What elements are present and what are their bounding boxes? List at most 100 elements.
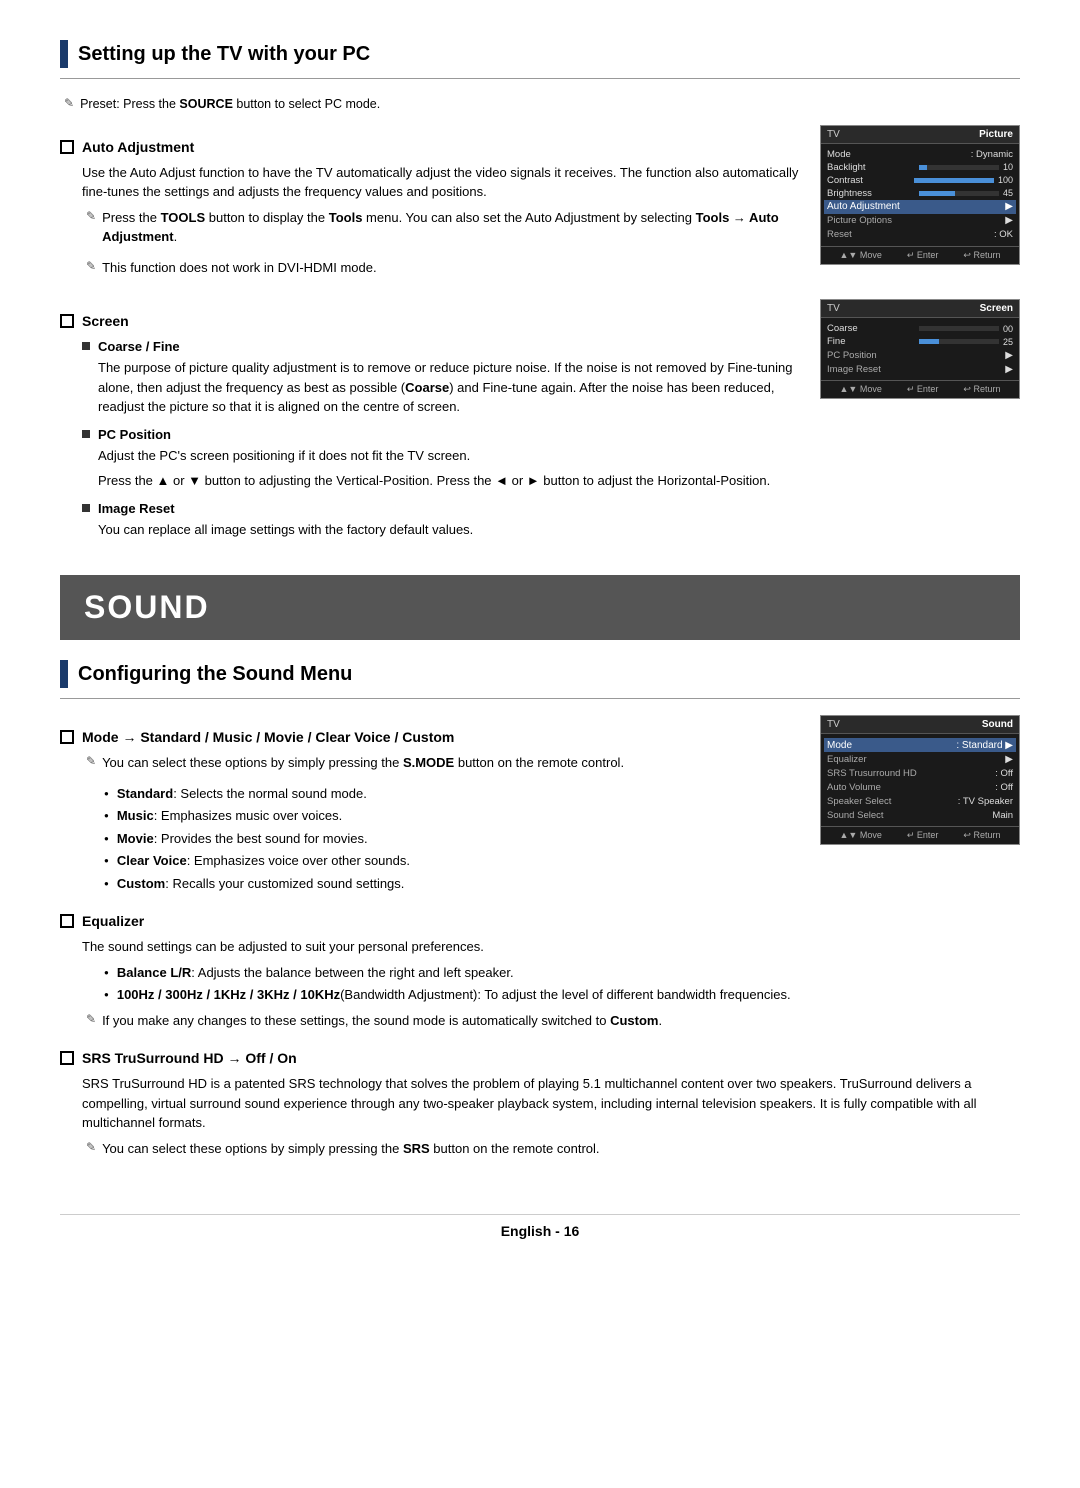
note-icon-5: ✎ — [86, 1012, 96, 1026]
blue-bar-icon-2 — [60, 660, 68, 688]
section2-divider — [60, 698, 1020, 699]
srs-note: ✎ You can select these options by simply… — [82, 1139, 1020, 1165]
coarse-fine-heading: Coarse / Fine — [82, 339, 800, 354]
preset-note-text: Preset: Press the SOURCE button to selec… — [80, 95, 380, 114]
note-icon-2: ✎ — [86, 209, 96, 223]
eq-bullet-1: Balance L/R: Adjusts the balance between… — [104, 963, 1020, 983]
mode-bullet-2: Music: Emphasizes music over voices. — [104, 806, 800, 826]
tv-sound-header-left: TV — [827, 719, 840, 730]
pc-position-para1: Adjust the PC's screen positioning if it… — [98, 446, 800, 466]
tv-screen-footer: ▲▼ Move ↵ Enter ↩ Return — [821, 380, 1019, 398]
auto-adjustment-heading: Auto Adjustment — [60, 139, 800, 155]
section2-title-bar: Configuring the Sound Menu — [60, 660, 1020, 688]
equalizer-title: Equalizer — [82, 913, 144, 929]
small-square-icon — [82, 342, 90, 350]
srs-note-text: You can select these options by simply p… — [102, 1139, 599, 1159]
mode-bullet-5: Custom: Recalls your customized sound se… — [104, 874, 800, 894]
footer-text: English - 16 — [501, 1223, 580, 1239]
tv-sound-speaker-row: Speaker Select : TV Speaker — [827, 794, 1013, 808]
auto-adjustment-note1-text: Press the TOOLS button to display the To… — [102, 208, 800, 247]
equalizer-bullets: Balance L/R: Adjusts the balance between… — [104, 963, 1020, 1005]
image-reset-para: You can replace all image settings with … — [98, 520, 800, 540]
tv-sound-srs-row: SRS Trusurround HD : Off — [827, 766, 1013, 780]
auto-adjustment-title: Auto Adjustment — [82, 139, 194, 155]
srs-heading: SRS TruSurround HD → Off / On — [60, 1050, 1020, 1066]
tv-sound-screen: TV Sound Mode : Standard ▶ Equalizer ▶ S… — [820, 715, 1020, 845]
mode-title: Mode → Standard / Music / Movie / Clear … — [82, 729, 454, 745]
eq-note-text: If you make any changes to these setting… — [102, 1011, 662, 1031]
mode-text: Mode → Standard / Music / Movie / Clear … — [60, 715, 800, 899]
tv-picture-footer: ▲▼ Move ↵ Enter ↩ Return — [821, 246, 1019, 264]
srs-title: SRS TruSurround HD → Off / On — [82, 1050, 297, 1066]
checkbox-icon-5 — [60, 1051, 74, 1065]
tv-screen-header-right: Screen — [980, 303, 1013, 314]
tv-mode-row: Mode : Dynamic — [827, 148, 1013, 161]
auto-adjustment-para1: Use the Auto Adjust function to have the… — [82, 163, 800, 202]
auto-adjustment-text: Auto Adjustment Use the Auto Adjust func… — [60, 125, 800, 290]
tv-sound-header-right: Sound — [982, 719, 1013, 730]
tv-brightness-row: Brightness 45 — [827, 187, 1013, 200]
tv-picture-panel: TV Picture Mode : Dynamic Backlight 10 — [820, 125, 1020, 265]
auto-adjustment-note2: ✎ This function does not work in DVI-HDM… — [82, 258, 800, 284]
tv-screen-panel: TV Screen Coarse 00 Fine — [820, 299, 1020, 399]
tv-reset-row: Reset : OK — [827, 228, 1013, 242]
tv-screen-mockup: TV Screen Coarse 00 Fine — [820, 299, 1020, 399]
tv-sound-panel: TV Sound Mode : Standard ▶ Equalizer ▶ S… — [820, 715, 1020, 845]
note-icon: ✎ — [64, 96, 74, 110]
tv-sound-equalizer-row: Equalizer ▶ — [827, 752, 1013, 766]
note-icon-6: ✎ — [86, 1140, 96, 1154]
small-square-icon-3 — [82, 504, 90, 512]
tv-coarse-row: Coarse 00 — [827, 322, 1013, 335]
mode-bullet-4: Clear Voice: Emphasizes voice over other… — [104, 851, 800, 871]
pc-position-title: PC Position — [98, 427, 171, 442]
eq-bullet-2: 100Hz / 300Hz / 1KHz / 3KHz / 10KHz (Ban… — [104, 985, 1020, 1005]
tv-picture-header-right: Picture — [979, 129, 1013, 140]
small-square-icon-2 — [82, 430, 90, 438]
tv-backlight-row: Backlight 10 — [827, 161, 1013, 174]
tv-sound-select-row: Sound Select Main — [827, 808, 1013, 822]
section1-title: Setting up the TV with your PC — [78, 43, 370, 66]
tv-fine-row: Fine 25 — [827, 335, 1013, 348]
equalizer-para: The sound settings can be adjusted to su… — [82, 937, 1020, 957]
screen-content: Coarse / Fine The purpose of picture qua… — [82, 339, 800, 539]
mode-heading: Mode → Standard / Music / Movie / Clear … — [60, 729, 800, 745]
auto-adjustment-note2-text: This function does not work in DVI-HDMI … — [102, 258, 377, 278]
tv-sound-header: TV Sound — [821, 716, 1019, 734]
mode-note1: ✎ You can select these options by simply… — [82, 753, 800, 779]
coarse-fine-title: Coarse / Fine — [98, 339, 180, 354]
section1-title-bar: Setting up the TV with your PC — [60, 40, 1020, 68]
sound-banner-text: SOUND — [84, 589, 210, 625]
auto-adjustment-section: Auto Adjustment Use the Auto Adjust func… — [60, 125, 1020, 290]
checkbox-icon — [60, 140, 74, 154]
screen-section: Screen Coarse / Fine The purpose of pict… — [60, 299, 1020, 545]
note-icon-4: ✎ — [86, 754, 96, 768]
tv-picture-options-row: Picture Options ▶ — [827, 214, 1013, 228]
section2-title: Configuring the Sound Menu — [78, 663, 352, 686]
srs-content: SRS TruSurround HD is a patented SRS tec… — [82, 1074, 1020, 1164]
screen-heading: Screen — [60, 313, 800, 329]
coarse-fine-para: The purpose of picture quality adjustmen… — [98, 358, 800, 417]
mode-content: ✎ You can select these options by simply… — [82, 753, 800, 893]
page-footer: English - 16 — [60, 1214, 1020, 1247]
tv-screen-header: TV Screen — [821, 300, 1019, 318]
checkbox-icon-4 — [60, 914, 74, 928]
sound-banner: SOUND — [60, 575, 1020, 640]
auto-adjustment-content: Use the Auto Adjust function to have the… — [82, 163, 800, 284]
srs-para1: SRS TruSurround HD is a patented SRS tec… — [82, 1074, 1020, 1133]
pc-position-heading: PC Position — [82, 427, 800, 442]
tv-sound-mode-row: Mode : Standard ▶ — [824, 738, 1016, 752]
tv-screen-header-left: TV — [827, 303, 840, 314]
screen-text: Screen Coarse / Fine The purpose of pict… — [60, 299, 800, 545]
mode-bullets: Standard: Selects the normal sound mode.… — [104, 784, 800, 894]
image-reset-title: Image Reset — [98, 501, 175, 516]
mode-bullet-3: Movie: Provides the best sound for movie… — [104, 829, 800, 849]
tv-picture-header: TV Picture — [821, 126, 1019, 144]
mode-bullet-1: Standard: Selects the normal sound mode. — [104, 784, 800, 804]
equalizer-content: The sound settings can be adjusted to su… — [82, 937, 1020, 1036]
screen-title: Screen — [82, 313, 129, 329]
tv-sound-autovol-row: Auto Volume : Off — [827, 780, 1013, 794]
mode-section: Mode → Standard / Music / Movie / Clear … — [60, 715, 1020, 899]
tv-sound-body: Mode : Standard ▶ Equalizer ▶ SRS Trusur… — [821, 734, 1019, 826]
pc-position-para2: Press the ▲ or ▼ button to adjusting the… — [98, 471, 800, 491]
eq-note: ✎ If you make any changes to these setti… — [82, 1011, 1020, 1037]
